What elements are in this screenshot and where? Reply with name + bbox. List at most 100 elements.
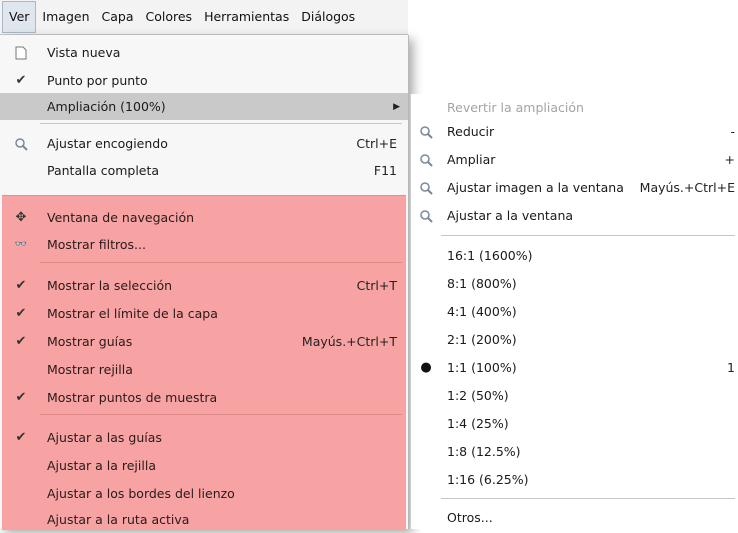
checkmark-icon: ✔: [15, 390, 27, 405]
menu-item-mostrar-limite[interactable]: ✔ Mostrar el límite de la capa: [0, 300, 408, 327]
menu-item-label: Mostrar el límite de la capa: [47, 306, 218, 321]
menu-item-label: Revertir la ampliación: [447, 100, 584, 115]
menu-item-label: Ajustar a la ventana: [447, 208, 574, 223]
menu-item-label: 1:4 (25%): [447, 416, 509, 431]
menu-item-label: Ajustar encogiendo: [47, 136, 168, 151]
highlighted-region: ✥ Ventana de navegación 👓 Mostrar filtro…: [2, 195, 406, 530]
menu-item-label: Mostrar filtros...: [47, 237, 146, 252]
menu-item-label: Ventana de navegación: [47, 210, 195, 225]
menu-item-ajustar-encogiendo[interactable]: Ajustar encogiendo Ctrl+E: [0, 130, 408, 157]
shortcut-label: Mayús.+Ctrl+E: [639, 180, 735, 195]
checkmark-icon: ✔: [15, 73, 27, 88]
shortcut-label: Ctrl+E: [356, 136, 397, 151]
submenu-item-zoom-50[interactable]: 1:2 (50%): [411, 382, 738, 409]
zoom-in-icon: [418, 152, 434, 168]
separator: [40, 123, 402, 124]
glasses-icon: 👓: [14, 239, 28, 250]
menu-item-label: Pantalla completa: [47, 163, 160, 178]
move-cross-icon: ✥: [15, 210, 27, 225]
separator: [441, 235, 735, 236]
menu-item-label: Mostrar la selección: [47, 278, 173, 293]
ver-dropdown-menu: Vista nueva ✔ Punto por punto Ampliación…: [0, 35, 409, 530]
shortcut-label: Ctrl+T: [356, 278, 397, 293]
menu-item-label: Punto por punto: [47, 73, 148, 88]
menu-item-label: 16:1 (1600%): [447, 248, 533, 263]
menu-item-label: Ajustar a la ruta activa: [47, 512, 190, 527]
checkmark-icon: ✔: [15, 430, 27, 445]
menu-item-label: Ajustar a la rejilla: [47, 458, 156, 473]
zoom-fit-window-icon: [418, 208, 434, 224]
checkmark-icon: ✔: [15, 306, 27, 321]
submenu-arrow-icon: ▶: [393, 101, 400, 112]
menu-imagen[interactable]: Imagen: [36, 0, 95, 34]
menu-item-label: Vista nueva: [47, 45, 121, 60]
menu-item-pantalla-completa[interactable]: Pantalla completa F11: [0, 157, 408, 184]
submenu-item-zoom-200[interactable]: 2:1 (200%): [411, 326, 738, 353]
page-icon: [13, 45, 29, 61]
menu-item-label: 1:8 (12.5%): [447, 444, 521, 459]
menu-item-ampliacion[interactable]: Ampliación (100%) ▶: [0, 93, 408, 120]
menu-item-mostrar-filtros[interactable]: 👓 Mostrar filtros...: [0, 231, 408, 258]
submenu-item-zoom-1600[interactable]: 16:1 (1600%): [411, 242, 738, 269]
submenu-item-zoom-6[interactable]: 1:16 (6.25%): [411, 466, 738, 493]
shortcut-label: 1: [727, 360, 735, 375]
menu-ver[interactable]: Ver: [2, 1, 37, 33]
menu-item-mostrar-rejilla[interactable]: Mostrar rejilla: [0, 356, 408, 383]
menu-item-label: 1:2 (50%): [447, 388, 509, 403]
menu-item-label: Reducir: [447, 124, 495, 139]
menu-item-mostrar-seleccion[interactable]: ✔ Mostrar la selección Ctrl+T: [0, 272, 408, 299]
zoom-fit-icon: [418, 180, 434, 196]
separator: [40, 262, 402, 263]
menu-item-mostrar-puntos[interactable]: ✔ Mostrar puntos de muestra: [0, 384, 408, 411]
submenu-item-ajustar-imagen[interactable]: Ajustar imagen a la ventana Mayús.+Ctrl+…: [411, 174, 738, 201]
separator: [441, 498, 735, 499]
submenu-item-revertir[interactable]: Revertir la ampliación: [411, 94, 738, 121]
menu-item-label: Ajustar imagen a la ventana: [447, 180, 624, 195]
checkmark-icon: ✔: [15, 334, 27, 349]
menu-herramientas[interactable]: Herramientas: [198, 0, 295, 34]
menu-dialogos[interactable]: Diálogos: [295, 0, 361, 34]
menu-item-label: 1:16 (6.25%): [447, 472, 529, 487]
submenu-item-otros[interactable]: Otros...: [411, 504, 738, 531]
submenu-item-zoom-800[interactable]: 8:1 (800%): [411, 270, 738, 297]
submenu-item-ajustar-ventana[interactable]: Ajustar a la ventana: [411, 202, 738, 229]
menu-item-ventana-navegacion[interactable]: ✥ Ventana de navegación: [0, 204, 408, 231]
menu-item-label: Ampliar: [447, 152, 496, 167]
menu-item-label: Ajustar a los bordes del lienzo: [47, 486, 235, 501]
submenu-item-zoom-100[interactable]: ● 1:1 (100%) 1: [411, 354, 738, 381]
menu-item-label: Mostrar rejilla: [47, 362, 133, 377]
menu-colores[interactable]: Colores: [139, 0, 198, 34]
menu-item-ajustar-rejilla[interactable]: Ajustar a la rejilla: [0, 452, 408, 479]
menu-item-label: Mostrar puntos de muestra: [47, 390, 218, 405]
zoom-out-icon: [418, 124, 434, 140]
menu-item-vista-nueva[interactable]: Vista nueva: [0, 39, 408, 66]
menu-item-label: 4:1 (400%): [447, 304, 517, 319]
submenu-item-reducir[interactable]: Reducir -: [411, 118, 738, 145]
menu-item-label: 8:1 (800%): [447, 276, 517, 291]
menu-item-label: Otros...: [447, 510, 493, 525]
radio-bullet-icon: ●: [420, 360, 432, 375]
shortcut-label: Mayús.+Ctrl+T: [301, 334, 397, 349]
magnifier-icon: [13, 136, 29, 152]
menu-item-label: Ampliación (100%): [47, 99, 166, 114]
separator: [40, 414, 402, 415]
submenu-item-zoom-25[interactable]: 1:4 (25%): [411, 410, 738, 437]
checkmark-icon: ✔: [15, 278, 27, 293]
submenu-item-zoom-400[interactable]: 4:1 (400%): [411, 298, 738, 325]
menu-item-mostrar-guias[interactable]: ✔ Mostrar guías Mayús.+Ctrl+T: [0, 328, 408, 355]
menu-item-label: Mostrar guías: [47, 334, 133, 349]
menu-item-ajustar-bordes[interactable]: Ajustar a los bordes del lienzo: [0, 480, 408, 507]
menu-capa[interactable]: Capa: [96, 0, 140, 34]
menu-item-label: 2:1 (200%): [447, 332, 517, 347]
submenu-item-ampliar[interactable]: Ampliar +: [411, 146, 738, 173]
menubar: Ver Imagen Capa Colores Herramientas Diá…: [0, 0, 408, 35]
shortcut-label: -: [730, 124, 735, 139]
menu-item-punto-por-punto[interactable]: ✔ Punto por punto: [0, 67, 408, 94]
ampliacion-submenu: Revertir la ampliación Reducir - Ampliar…: [410, 94, 738, 529]
shortcut-label: F11: [373, 163, 397, 178]
submenu-item-zoom-12[interactable]: 1:8 (12.5%): [411, 438, 738, 465]
menu-item-label: 1:1 (100%): [447, 360, 517, 375]
menu-item-label: Ajustar a las guías: [47, 430, 162, 445]
menu-item-ajustar-guias[interactable]: ✔ Ajustar a las guías: [0, 424, 408, 451]
shortcut-label: +: [724, 152, 735, 167]
